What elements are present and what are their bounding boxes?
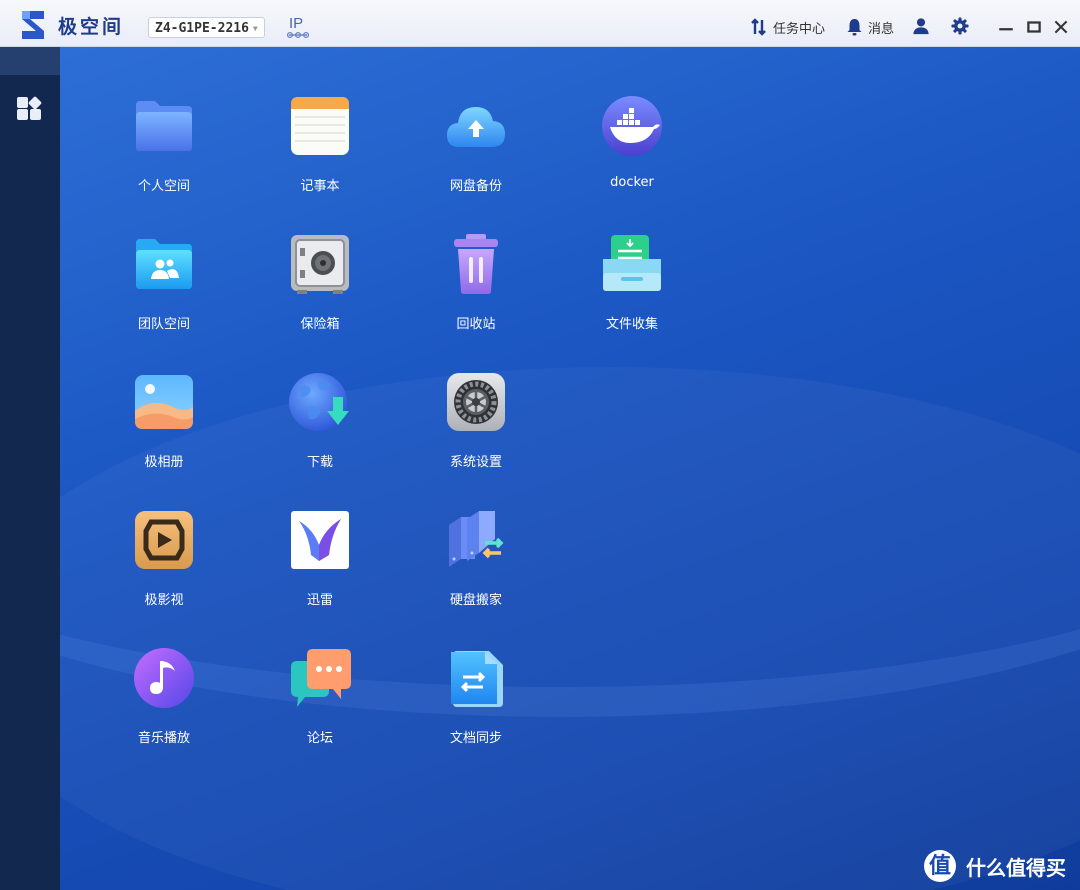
app-disk-migrate[interactable]: 硬盘搬家	[416, 509, 536, 629]
device-selector[interactable]: Z4-G1PE-2216 ▼	[148, 17, 265, 38]
photo-album-icon	[135, 375, 193, 429]
app-team-space[interactable]: 团队空间	[104, 233, 224, 353]
notepad-icon	[291, 97, 349, 155]
thunder-bird-icon	[291, 511, 349, 569]
app-download[interactable]: 下载	[260, 371, 380, 491]
trash-icon	[454, 234, 498, 294]
messages-label: 消息	[868, 21, 895, 37]
app-safe[interactable]: 保险箱	[260, 233, 380, 353]
app-notepad[interactable]: 记事本	[260, 95, 380, 215]
app-label: 论坛	[306, 731, 333, 746]
app-music[interactable]: 音乐播放	[104, 647, 224, 767]
app-personal-space[interactable]: 个人空间	[104, 95, 224, 215]
safe-icon	[291, 235, 349, 294]
zspace-logo-icon	[22, 11, 44, 39]
watermark-text: 什么值得买	[966, 855, 1066, 880]
video-icon	[135, 511, 193, 569]
app-label: 极影视	[144, 593, 184, 608]
chevron-down-icon: ▼	[252, 24, 258, 33]
doc-sync-icon	[451, 651, 503, 707]
docker-whale-icon	[602, 96, 662, 156]
app-label: 下载	[306, 455, 333, 470]
app-recycle-bin[interactable]: 回收站	[416, 233, 536, 353]
app-label: docker	[610, 175, 654, 190]
desktop: 个人空间 记事本 网盘备份 docker 团队空间 保险箱 回收站 文件收集 极…	[60, 47, 1080, 890]
task-center-button[interactable]: 任务中心	[750, 16, 825, 38]
user-icon[interactable]	[912, 17, 930, 35]
apps-grid-icon[interactable]	[15, 95, 43, 123]
app-label: 保险箱	[300, 317, 340, 332]
sidebar	[0, 47, 60, 890]
app-thunder[interactable]: 迅雷	[260, 509, 380, 629]
file-collect-icon	[603, 235, 661, 291]
app-label: 硬盘搬家	[449, 593, 502, 608]
team-folder-icon	[136, 239, 192, 289]
transfer-arrows-icon	[751, 18, 766, 36]
app-video[interactable]: 极影视	[104, 509, 224, 629]
app-label: 极相册	[144, 455, 184, 470]
maximize-icon[interactable]	[1025, 18, 1043, 36]
sidebar-top-cell	[0, 47, 60, 75]
watermark: 值 什么值得买	[924, 850, 1066, 882]
app-label: 系统设置	[449, 455, 502, 470]
cloud-upload-icon	[447, 107, 505, 147]
minimize-icon[interactable]	[997, 18, 1015, 36]
app-label: 个人空间	[137, 179, 190, 194]
music-note-icon	[134, 648, 194, 708]
bell-icon	[847, 19, 862, 36]
messages-button[interactable]: 消息	[846, 16, 894, 38]
disk-migrate-icon	[449, 511, 504, 567]
title-bar: 极空间 Z4-G1PE-2216 ▼ IP 任务中心 消息	[0, 0, 1080, 47]
app-label: 文档同步	[449, 731, 502, 746]
app-doc-sync[interactable]: 文档同步	[416, 647, 536, 767]
gear-icon[interactable]	[951, 17, 969, 35]
settings-gear-icon	[447, 373, 505, 431]
watermark-logo: 值	[924, 850, 956, 882]
app-label: 团队空间	[137, 317, 190, 332]
device-name: Z4-G1PE-2216	[155, 21, 249, 36]
task-center-label: 任务中心	[773, 21, 826, 37]
close-icon[interactable]	[1052, 18, 1070, 36]
app-label: 迅雷	[306, 593, 333, 608]
app-photo-album[interactable]: 极相册	[104, 371, 224, 491]
app-system-settings[interactable]: 系统设置	[416, 371, 536, 491]
forum-chat-icon	[291, 649, 351, 707]
app-file-collect[interactable]: 文件收集	[572, 233, 692, 353]
download-globe-icon	[289, 373, 349, 431]
network-icon	[287, 31, 309, 39]
app-label: 文件收集	[605, 317, 658, 332]
app-cloud-backup[interactable]: 网盘备份	[416, 95, 536, 215]
app-forum[interactable]: 论坛	[260, 647, 380, 767]
app-label: 网盘备份	[449, 179, 502, 194]
app-label: 回收站	[456, 317, 496, 332]
app-label: 音乐播放	[137, 731, 190, 746]
folder-icon	[136, 101, 192, 151]
brand-name: 极空间	[58, 16, 125, 38]
app-label: 记事本	[300, 179, 340, 194]
ip-button[interactable]: IP	[287, 15, 309, 40]
app-docker[interactable]: docker	[572, 95, 692, 215]
